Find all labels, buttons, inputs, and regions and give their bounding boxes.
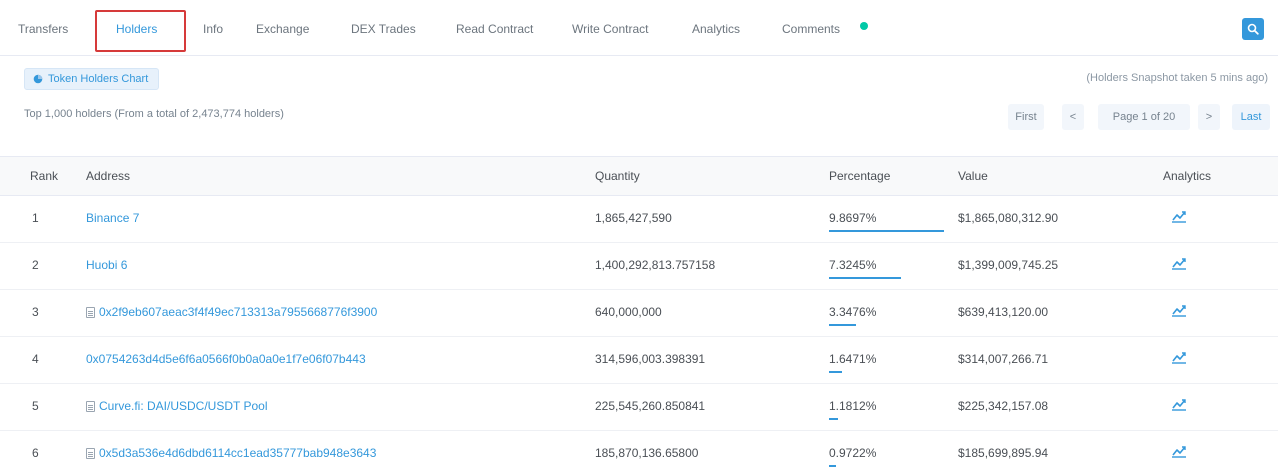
percentage-cell: 7.3245% — [829, 258, 877, 272]
holders-summary-text: Top 1,000 holders (From a total of 2,473… — [24, 108, 284, 120]
page-first-button[interactable]: First — [1008, 104, 1044, 130]
percentage-bar-track — [829, 324, 945, 326]
rank-cell: 3 — [32, 305, 39, 319]
quantity-cell: 225,545,260.850841 — [595, 399, 706, 413]
rank-cell: 4 — [32, 352, 39, 366]
percentage-cell: 9.8697% — [829, 211, 877, 225]
header-address: Address — [86, 169, 131, 183]
address-link[interactable]: 0x5d3a536e4d6dbd6114cc1ead35777bab948e36… — [86, 446, 376, 460]
address-link[interactable]: Huobi 6 — [86, 258, 127, 272]
address-text: 0x0754263d4d5e6f6a0566f0b0a0a0e1f7e06f07… — [86, 352, 366, 366]
percentage-bar — [829, 277, 901, 279]
table-row: 2 Huobi 6 1,400,292,813.757158 7.3245% $1,39… — [0, 243, 1278, 290]
rank-cell: 6 — [32, 446, 39, 460]
holders-tab-highlight — [95, 10, 186, 52]
tab-exchange[interactable]: Exchange — [256, 18, 309, 40]
value-cell: $1,865,080,312.90 — [958, 211, 1059, 225]
analytics-chart-icon[interactable] — [1171, 304, 1187, 321]
analytics-chart-icon[interactable] — [1171, 445, 1187, 462]
percentage-bar-track — [829, 465, 945, 467]
percentage-cell: 1.1812% — [829, 399, 877, 413]
tab-info[interactable]: Info — [203, 18, 223, 40]
percentage-cell: 1.6471% — [829, 352, 877, 366]
rank-cell: 1 — [32, 211, 39, 225]
page-next-button[interactable]: > — [1198, 104, 1220, 130]
tab-dex-trades[interactable]: DEX Trades — [351, 18, 416, 40]
header-value: Value — [958, 169, 988, 183]
page-indicator: Page 1 of 20 — [1098, 104, 1190, 130]
tab-read-contract[interactable]: Read Contract — [456, 18, 533, 40]
percentage-cell: 0.9722% — [829, 446, 877, 460]
quantity-cell: 1,865,427,590 — [595, 211, 672, 225]
value-cell: $185,699,895.94 — [958, 446, 1049, 460]
value-cell: $314,007,266.71 — [958, 352, 1049, 366]
percentage-bar — [829, 371, 842, 373]
percentage-bar — [829, 465, 836, 467]
address-text: Binance 7 — [86, 211, 140, 225]
tab-transfers[interactable]: Transfers — [18, 18, 68, 40]
analytics-chart-icon[interactable] — [1171, 351, 1187, 368]
tab-bar: Transfers Holders Info Exchange DEX Trad… — [0, 0, 1278, 56]
table-row: 5 Curve.fi: DAI/USDC/USDT Pool 225,545,260… — [0, 384, 1278, 431]
header-percentage: Percentage — [829, 169, 891, 183]
holders-table-header: Rank Address Quantity Percentage Value A… — [0, 156, 1278, 196]
holders-chart-button[interactable]: Token Holders Chart — [24, 68, 160, 90]
tab-analytics[interactable]: Analytics — [692, 18, 740, 40]
percentage-bar — [829, 230, 944, 232]
contract-icon — [86, 306, 95, 318]
address-link[interactable]: 0x2f9eb607aeac3f4f49ec713313a7955668776f… — [86, 305, 377, 319]
pie-chart-icon — [33, 74, 43, 84]
contract-icon — [86, 447, 95, 459]
address-link[interactable]: Curve.fi: DAI/USDC/USDT Pool — [86, 399, 268, 413]
rank-cell: 5 — [32, 399, 39, 413]
table-row: 1 Binance 7 1,865,427,590 9.8697% $1,865,080… — [0, 196, 1278, 243]
percentage-bar-track — [829, 230, 945, 232]
quantity-cell: 1,400,292,813.757158 — [595, 258, 716, 272]
page-prev-button[interactable]: < — [1062, 104, 1084, 130]
table-row: 6 0x5d3a536e4d6dbd6114cc1ead35777bab948e3… — [0, 431, 1278, 472]
tab-write-contract[interactable]: Write Contract — [572, 18, 648, 40]
page-last-button[interactable]: Last — [1232, 104, 1270, 130]
address-text: Curve.fi: DAI/USDC/USDT Pool — [99, 399, 268, 413]
analytics-chart-icon[interactable] — [1171, 257, 1187, 274]
percentage-bar-track — [829, 371, 945, 373]
address-text: 0x5d3a536e4d6dbd6114cc1ead35777bab948e36… — [99, 446, 377, 460]
percentage-bar-track — [829, 418, 945, 420]
snapshot-updated-text: (Holders Snapshot taken 5 mins ago) — [1086, 72, 1268, 84]
search-icon — [1247, 23, 1259, 35]
address-text: 0x2f9eb607aeac3f4f49ec713313a7955668776f… — [99, 305, 378, 319]
analytics-chart-icon[interactable] — [1171, 210, 1187, 227]
quantity-cell: 640,000,000 — [595, 305, 662, 319]
table-row: 4 0x0754263d4d5e6f6a0566f0b0a0a0e1f7e06f0… — [0, 337, 1278, 384]
header-quantity: Quantity — [595, 169, 640, 183]
holders-chart-label: Token Holders Chart — [48, 73, 149, 85]
percentage-bar — [829, 324, 856, 326]
quantity-cell: 314,596,003.398391 — [595, 352, 706, 366]
contract-icon — [86, 400, 95, 412]
value-cell: $225,342,157.08 — [958, 399, 1049, 413]
comments-status-dot — [860, 22, 868, 30]
value-cell: $639,413,120.00 — [958, 305, 1049, 319]
analytics-chart-icon[interactable] — [1171, 398, 1187, 415]
address-text: Huobi 6 — [86, 258, 128, 272]
table-row: 3 0x2f9eb607aeac3f4f49ec713313a7955668776… — [0, 290, 1278, 337]
quantity-cell: 185,870,136.65800 — [595, 446, 699, 460]
search-button[interactable] — [1242, 18, 1264, 40]
percentage-bar-track — [829, 277, 945, 279]
header-analytics: Analytics — [1163, 169, 1212, 183]
percentage-cell: 3.3476% — [829, 305, 877, 319]
address-link[interactable]: Binance 7 — [86, 211, 139, 225]
rank-cell: 2 — [32, 258, 39, 272]
percentage-bar — [829, 418, 838, 420]
header-rank: Rank — [30, 169, 59, 183]
value-cell: $1,399,009,745.25 — [958, 258, 1059, 272]
address-link[interactable]: 0x0754263d4d5e6f6a0566f0b0a0a0e1f7e06f07… — [86, 352, 366, 366]
tab-comments[interactable]: Comments — [782, 18, 840, 40]
